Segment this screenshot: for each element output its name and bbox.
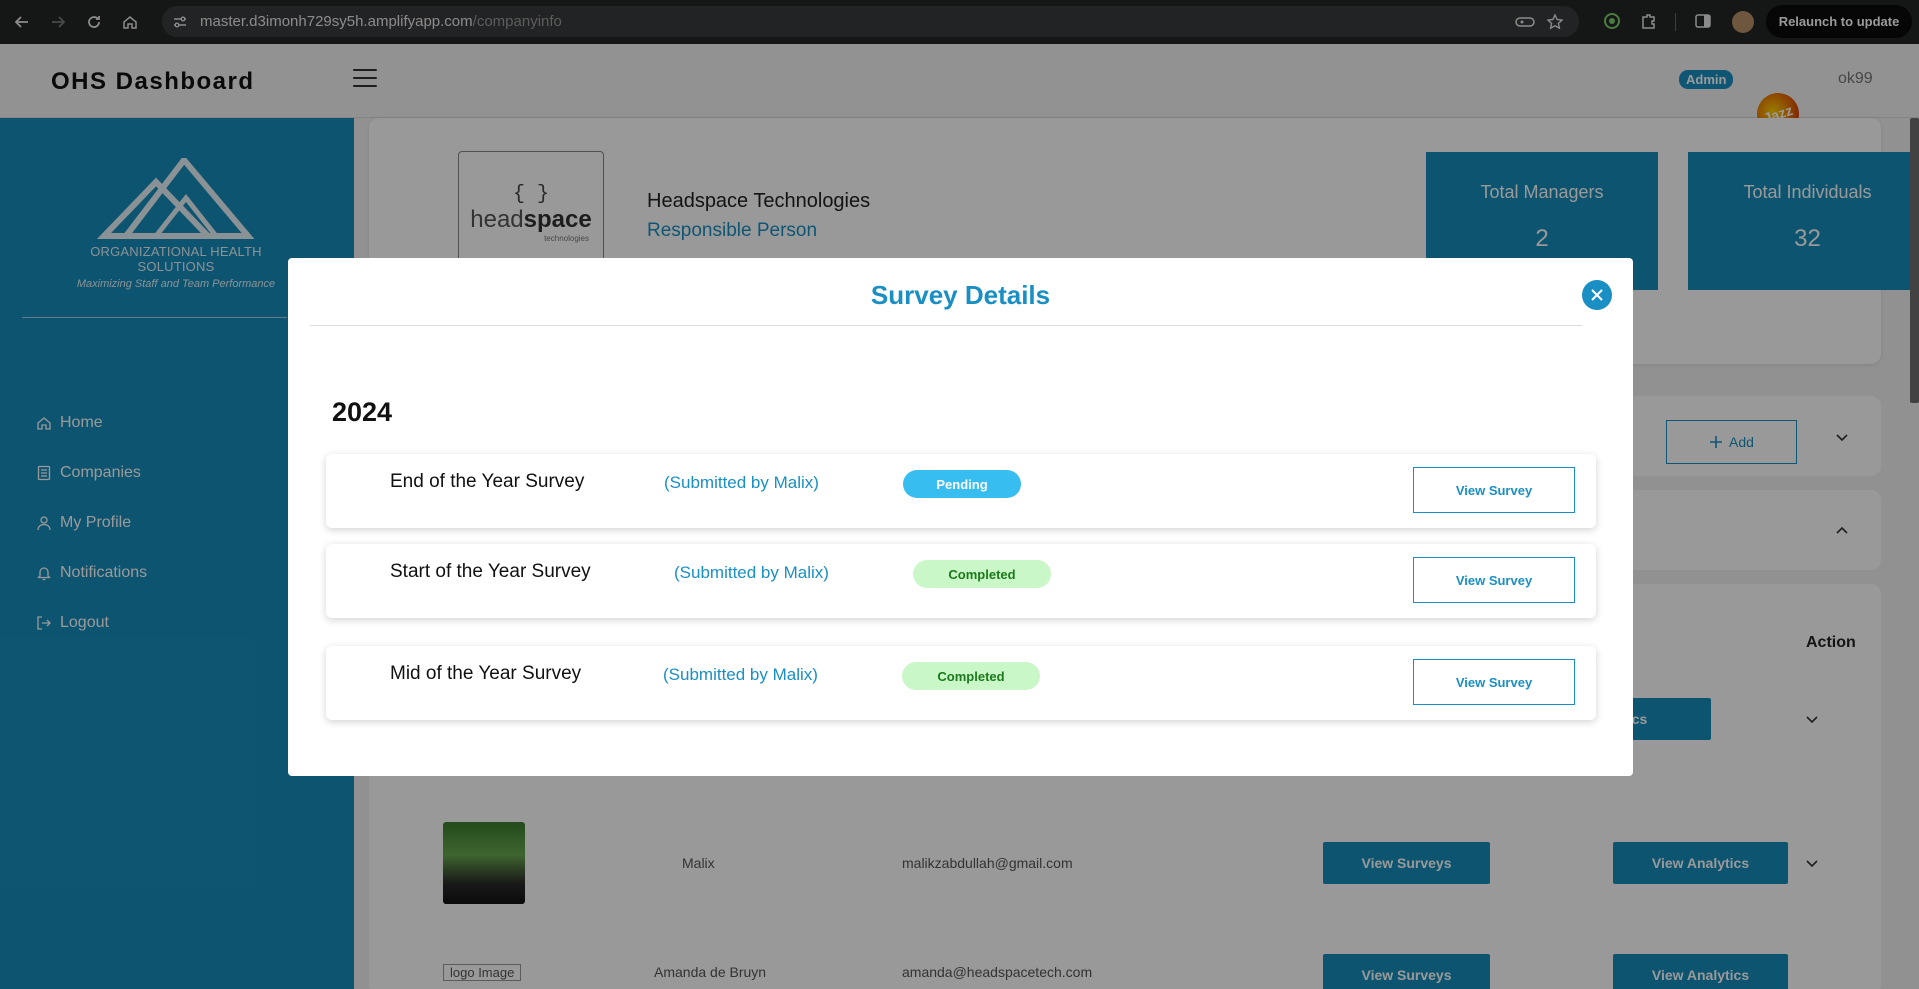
view-survey-button[interactable]: View Survey xyxy=(1413,557,1575,603)
close-icon xyxy=(1591,289,1603,301)
survey-row: End of the Year Survey (Submitted by Mal… xyxy=(326,454,1596,528)
close-button[interactable] xyxy=(1582,280,1612,310)
submitted-by: (Submitted by Malix) xyxy=(664,473,819,492)
view-survey-button[interactable]: View Survey xyxy=(1413,659,1575,705)
submitted-by: (Submitted by Malix) xyxy=(674,563,829,582)
status-badge: Completed xyxy=(913,560,1051,588)
survey-year: 2024 xyxy=(332,397,393,427)
survey-name: End of the Year Survey xyxy=(390,471,585,492)
modal-divider xyxy=(310,325,1582,326)
status-badge: Pending xyxy=(903,470,1021,498)
submitted-by: (Submitted by Malix) xyxy=(663,665,818,684)
modal-title: Survey Details xyxy=(870,280,1051,310)
survey-name: Mid of the Year Survey xyxy=(390,663,582,684)
survey-name: Start of the Year Survey xyxy=(390,561,591,582)
status-badge: Completed xyxy=(902,662,1040,690)
survey-details-modal: Survey Details 2024 End of the Year Surv… xyxy=(288,258,1633,776)
survey-row: Mid of the Year Survey (Submitted by Mal… xyxy=(326,646,1596,720)
survey-row: Start of the Year Survey (Submitted by M… xyxy=(326,544,1596,618)
view-survey-button[interactable]: View Survey xyxy=(1413,467,1575,513)
